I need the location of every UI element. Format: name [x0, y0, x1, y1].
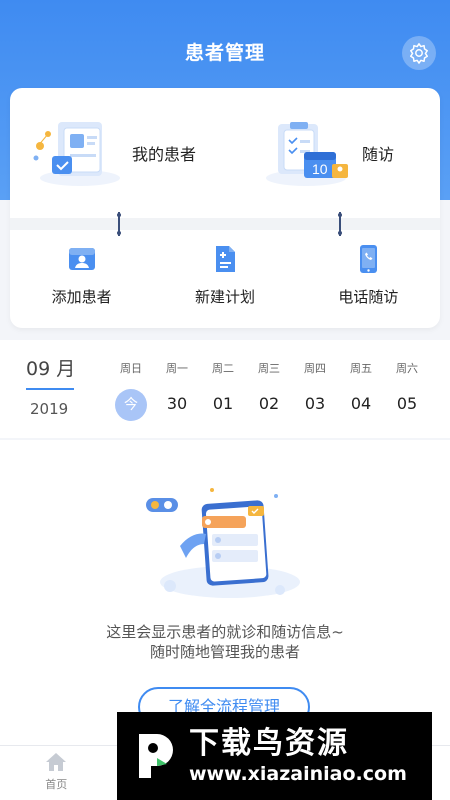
- home-icon: [46, 753, 67, 771]
- date-number: 03: [304, 394, 326, 413]
- empty-illustration: [146, 488, 300, 598]
- settings-button[interactable]: [402, 36, 436, 70]
- weekday-label: 周一: [166, 362, 188, 375]
- new-plan-icon: [215, 246, 235, 272]
- bird-logo-icon: [139, 734, 173, 778]
- date-number: 05: [396, 394, 418, 413]
- weekday-label: 周二: [212, 362, 234, 375]
- my-patients-entry[interactable]: 我的患者: [30, 118, 196, 188]
- today-marker: 今: [115, 389, 147, 421]
- day-cell[interactable]: 周一 30: [154, 360, 200, 420]
- weekday-label: 周日: [120, 362, 142, 375]
- date-number: 01: [212, 394, 234, 413]
- date-number: 30: [166, 394, 188, 413]
- phone-follow-up-button[interactable]: 电话随访: [297, 238, 440, 318]
- month-underline: [26, 388, 74, 390]
- calendar-clipboard-icon: 10: [266, 122, 348, 186]
- weekday-label: 周三: [258, 362, 280, 375]
- watermark-url: www.xiazainiao.com: [189, 763, 407, 785]
- new-plan-button[interactable]: 新建计划: [153, 238, 296, 318]
- watermark-overlay: 下载鸟资源 www.xiazainiao.com: [117, 712, 432, 800]
- my-patients-label: 我的患者: [132, 145, 197, 164]
- tab-home-label: 首页: [45, 778, 68, 791]
- quick-card: 我的患者 10 随访 添加患者 新建计划 电话随访: [10, 88, 440, 328]
- action-row: 添加患者 新建计划 电话随访: [10, 238, 440, 318]
- month-label: 09 月: [26, 358, 76, 380]
- page-title: 患者管理: [184, 42, 265, 64]
- phone-icon: [360, 245, 378, 273]
- day-cell[interactable]: 周五 04: [338, 360, 384, 420]
- patient-records-icon: [33, 122, 120, 186]
- empty-line-2: 随时随地管理我的患者: [149, 643, 300, 661]
- week-calendar: 09 月 2019 周日 今 周一 30 周二 01 周三 02 周四 03 周…: [0, 340, 450, 438]
- empty-state: 这里会显示患者的就诊和随访信息~ 随时随地管理我的患者 了解全流程管理: [0, 440, 450, 745]
- add-patient-button[interactable]: 添加患者: [10, 238, 153, 318]
- day-cell[interactable]: 周六 05: [384, 360, 430, 420]
- gear-icon: [410, 43, 428, 64]
- day-cell[interactable]: 周三 02: [246, 360, 292, 420]
- follow-up-label: 随访: [362, 145, 395, 164]
- calendar-badge: 10: [312, 161, 328, 177]
- day-cell[interactable]: 周四 03: [292, 360, 338, 420]
- divider: [10, 218, 440, 230]
- chain-connector: [338, 212, 342, 236]
- day-cell[interactable]: 周日 今: [108, 360, 154, 421]
- day-cell[interactable]: 周二 01: [200, 360, 246, 420]
- empty-message: 这里会显示患者的就诊和随访信息~ 随时随地管理我的患者: [0, 622, 450, 662]
- weekday-label: 周四: [304, 362, 326, 375]
- chain-connector: [117, 212, 121, 236]
- phone-follow-up-label: 电话随访: [338, 288, 399, 306]
- weekday-label: 周五: [350, 362, 372, 375]
- watermark-title: 下载鸟资源: [189, 726, 349, 761]
- follow-up-entry[interactable]: 10 随访: [260, 118, 394, 188]
- new-plan-label: 新建计划: [194, 288, 255, 306]
- date-number: 04: [350, 394, 372, 413]
- tab-home[interactable]: 首页: [0, 746, 113, 800]
- add-patient-icon: [68, 248, 95, 270]
- empty-line-1: 这里会显示患者的就诊和随访信息~: [106, 623, 344, 641]
- date-number: 02: [258, 394, 280, 413]
- add-patient-label: 添加患者: [51, 288, 112, 306]
- year-label: 2019: [30, 400, 69, 418]
- weekday-label: 周六: [396, 362, 418, 375]
